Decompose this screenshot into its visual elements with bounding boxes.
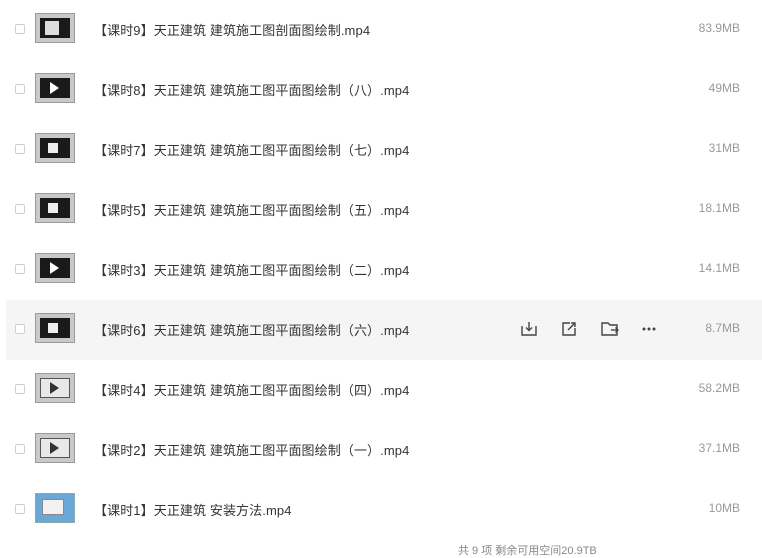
storage-footer: 共 9 项 剩余可用空间20.9TB <box>458 545 597 557</box>
file-name[interactable]: 【课时1】天正建筑 安装方法.mp4 <box>94 500 292 519</box>
file-size: 10MB <box>708 501 740 515</box>
file-name[interactable]: 【课时3】天正建筑 建筑施工图平面图绘制（二）.mp4 <box>94 260 409 279</box>
file-size: 83.9MB <box>698 21 740 35</box>
file-row[interactable]: 【课时5】天正建筑 建筑施工图平面图绘制（五）.mp4 18.1MB <box>0 180 762 240</box>
file-name[interactable]: 【课时7】天正建筑 建筑施工图平面图绘制（七）.mp4 <box>94 140 409 159</box>
video-thumbnail-icon[interactable] <box>35 73 75 103</box>
video-thumbnail-icon[interactable] <box>35 313 75 343</box>
row-checkbox[interactable] <box>15 384 25 394</box>
file-name[interactable]: 【课时2】天正建筑 建筑施工图平面图绘制（一）.mp4 <box>94 440 409 459</box>
file-name[interactable]: 【课时8】天正建筑 建筑施工图平面图绘制（八）.mp4 <box>94 80 409 99</box>
file-row[interactable]: 【课时4】天正建筑 建筑施工图平面图绘制（四）.mp4 58.2MB <box>0 360 762 420</box>
file-size: 49MB <box>708 81 740 95</box>
file-row[interactable]: 【课时8】天正建筑 建筑施工图平面图绘制（八）.mp4 49MB <box>0 60 762 120</box>
file-name[interactable]: 【课时5】天正建筑 建筑施工图平面图绘制（五）.mp4 <box>94 200 409 219</box>
file-row[interactable]: 【课时7】天正建筑 建筑施工图平面图绘制（七）.mp4 31MB <box>0 120 762 180</box>
file-size: 8.7MB <box>705 321 740 335</box>
video-thumbnail-icon[interactable] <box>35 13 75 43</box>
file-list: 【课时9】天正建筑 建筑施工图剖面图绘制.mp4 83.9MB 【课时8】天正建筑 … <box>0 0 762 540</box>
file-name[interactable]: 【课时6】天正建筑 建筑施工图平面图绘制（六）.mp4 <box>94 320 409 339</box>
file-name[interactable]: 【课时4】天正建筑 建筑施工图平面图绘制（四）.mp4 <box>94 380 409 399</box>
row-checkbox[interactable] <box>15 444 25 454</box>
video-thumbnail-icon[interactable] <box>35 253 75 283</box>
video-thumbnail-icon[interactable] <box>35 193 75 223</box>
row-checkbox[interactable] <box>15 324 25 334</box>
file-row[interactable]: 【课时1】天正建筑 安装方法.mp4 10MB <box>0 480 762 540</box>
row-checkbox[interactable] <box>15 24 25 34</box>
row-checkbox[interactable] <box>15 264 25 274</box>
file-size: 58.2MB <box>698 381 740 395</box>
file-row[interactable]: 【课时9】天正建筑 建筑施工图剖面图绘制.mp4 83.9MB <box>0 0 762 60</box>
file-size: 37.1MB <box>698 441 740 455</box>
file-row[interactable]: 【课时2】天正建筑 建筑施工图平面图绘制（一）.mp4 37.1MB <box>0 420 762 480</box>
video-thumbnail-icon[interactable] <box>35 373 75 403</box>
row-checkbox[interactable] <box>15 144 25 154</box>
row-checkbox[interactable] <box>15 84 25 94</box>
share-icon[interactable] <box>560 320 580 340</box>
video-thumbnail-icon[interactable] <box>35 493 75 523</box>
file-size: 18.1MB <box>698 201 740 215</box>
row-checkbox[interactable] <box>15 504 25 514</box>
move-folder-icon[interactable] <box>600 320 620 340</box>
download-icon[interactable] <box>520 320 540 340</box>
row-checkbox[interactable] <box>15 204 25 214</box>
file-size: 31MB <box>708 141 740 155</box>
video-thumbnail-icon[interactable] <box>35 433 75 463</box>
video-thumbnail-icon[interactable] <box>35 133 75 163</box>
file-name[interactable]: 【课时9】天正建筑 建筑施工图剖面图绘制.mp4 <box>94 20 370 39</box>
file-size: 14.1MB <box>698 261 740 275</box>
file-row[interactable]: 【课时6】天正建筑 建筑施工图平面图绘制（六）.mp4 8.7MB <box>0 300 762 360</box>
file-row[interactable]: 【课时3】天正建筑 建筑施工图平面图绘制（二）.mp4 14.1MB <box>0 240 762 300</box>
more-icon[interactable] <box>640 320 660 340</box>
